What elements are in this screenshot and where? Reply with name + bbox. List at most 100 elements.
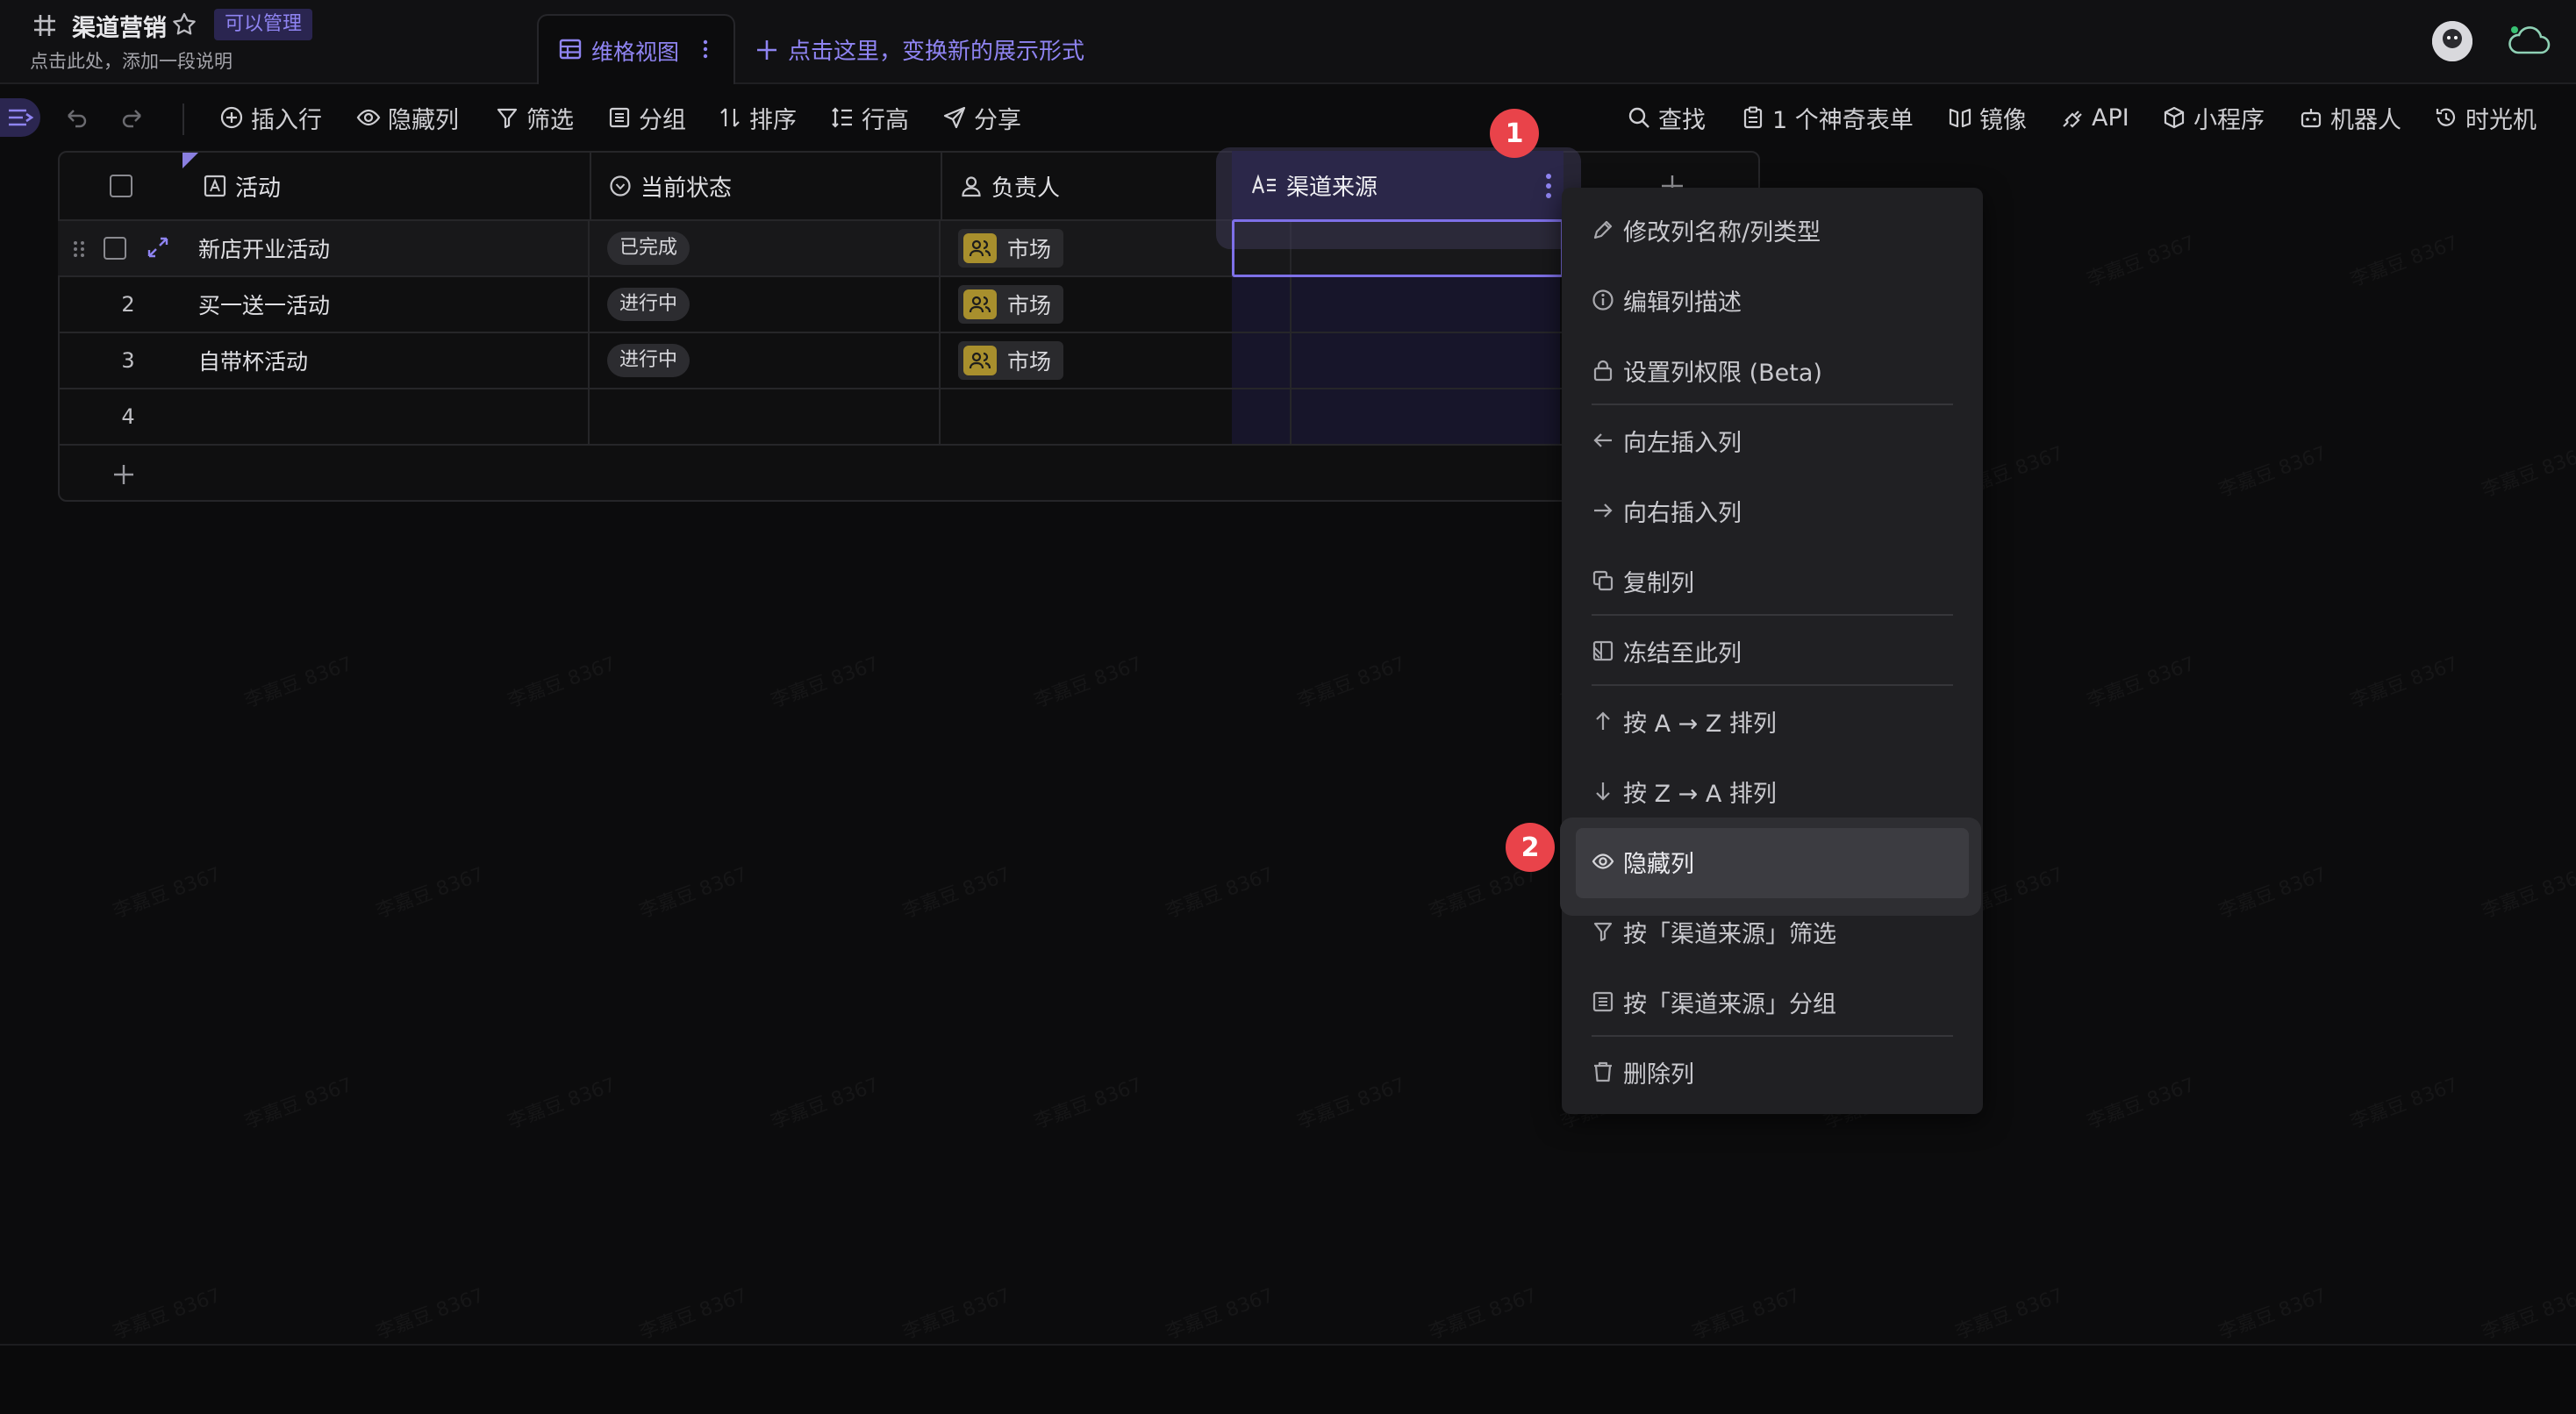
hide-columns-button[interactable]: 隐藏列 bbox=[356, 100, 459, 135]
cell-owner[interactable]: 市场 bbox=[941, 333, 1292, 388]
watermark-text: 李嘉豆 8367 bbox=[2082, 1069, 2198, 1134]
cell-activity[interactable]: 买一送一活动 bbox=[198, 277, 590, 332]
find-label: 查找 bbox=[1658, 106, 1706, 134]
watermark-text: 李嘉豆 8367 bbox=[2214, 438, 2329, 503]
more-vertical-icon[interactable] bbox=[697, 37, 714, 61]
datasheet-description[interactable]: 点击此处，添加一段说明 bbox=[30, 47, 233, 74]
team-icon bbox=[963, 233, 997, 263]
mini-program-button[interactable]: 小程序 bbox=[2162, 100, 2265, 135]
group-button[interactable]: 分组 bbox=[607, 100, 686, 135]
row-checkbox[interactable] bbox=[104, 237, 126, 260]
plus-icon bbox=[114, 465, 133, 484]
cell-owner[interactable] bbox=[941, 389, 1292, 444]
menu-item-sort-desc[interactable]: 按 Z → A 排列 bbox=[1562, 756, 1983, 826]
menu-item-duplicate-column[interactable]: 复制列 bbox=[1562, 546, 1983, 616]
owner-chip: 市场 bbox=[958, 229, 1064, 268]
star-icon[interactable] bbox=[170, 11, 198, 39]
menu-item-filter-by-column[interactable]: 按「渠道来源」筛选 bbox=[1562, 896, 1983, 967]
menu-item-delete-column[interactable]: 删除列 bbox=[1562, 1037, 1983, 1107]
table-row[interactable]: 3 自带杯活动 进行中 市场 bbox=[58, 333, 1760, 389]
table-row[interactable]: 4 bbox=[58, 389, 1760, 446]
column-header-label: 活动 bbox=[235, 175, 282, 202]
row-height-button[interactable]: 行高 bbox=[830, 100, 909, 135]
menu-item-label: 按 A → Z 排列 bbox=[1623, 710, 1777, 738]
cell-activity[interactable]: 自带杯活动 bbox=[198, 333, 590, 388]
cell-status[interactable] bbox=[590, 389, 941, 444]
expand-record-icon[interactable] bbox=[146, 235, 170, 260]
cell-activity[interactable]: 新店开业活动 bbox=[198, 221, 590, 275]
undo-button[interactable] bbox=[63, 100, 95, 135]
select-all-header[interactable] bbox=[60, 153, 182, 221]
watermark-text: 李嘉豆 8367 bbox=[2477, 438, 2576, 503]
row-number: 3 bbox=[121, 348, 135, 373]
watermark-text: 李嘉豆 8367 bbox=[766, 648, 882, 713]
team-icon bbox=[963, 346, 997, 375]
column-header-activity[interactable]: 活动 bbox=[182, 153, 591, 221]
menu-item-insert-right[interactable]: 向右插入列 bbox=[1562, 475, 1983, 546]
watermark-text: 李嘉豆 8367 bbox=[1029, 648, 1145, 713]
sort-label: 排序 bbox=[749, 106, 797, 134]
watermark-text: 李嘉豆 8367 bbox=[898, 859, 1013, 924]
cell-status[interactable]: 已完成 bbox=[590, 221, 941, 275]
column-menu-icon[interactable] bbox=[1542, 172, 1555, 200]
share-button[interactable]: 分享 bbox=[942, 100, 1021, 135]
drag-handle-icon[interactable] bbox=[72, 239, 86, 260]
menu-item-rename-column[interactable]: 修改列名称/列类型 bbox=[1562, 195, 1983, 265]
row-number: 4 bbox=[121, 404, 135, 429]
watermark-text: 李嘉豆 8367 bbox=[1161, 1280, 1277, 1345]
user-icon bbox=[962, 176, 981, 197]
undo-icon bbox=[68, 110, 87, 128]
search-icon bbox=[1628, 107, 1649, 128]
cell-owner[interactable]: 市场 bbox=[941, 277, 1292, 332]
sort-button[interactable]: 排序 bbox=[718, 100, 797, 135]
row-number: 2 bbox=[121, 292, 135, 317]
filter-button[interactable]: 筛选 bbox=[495, 100, 574, 135]
api-label: API bbox=[2092, 104, 2129, 132]
cell-activity[interactable] bbox=[198, 389, 590, 444]
watermark-text: 李嘉豆 8367 bbox=[766, 1069, 882, 1134]
menu-item-edit-description[interactable]: 编辑列描述 bbox=[1562, 265, 1983, 335]
api-button[interactable]: API bbox=[2060, 100, 2129, 135]
sort-icon bbox=[720, 108, 740, 127]
cell-status[interactable]: 进行中 bbox=[590, 277, 941, 332]
watermark-text: 李嘉豆 8367 bbox=[2345, 648, 2461, 713]
watermark-text: 李嘉豆 8367 bbox=[2214, 859, 2329, 924]
menu-item-insert-left[interactable]: 向左插入列 bbox=[1562, 405, 1983, 475]
watermark-text: 李嘉豆 8367 bbox=[2477, 859, 2576, 924]
datasheet-title[interactable]: 渠道营销 bbox=[72, 9, 167, 43]
menu-item-column-permission[interactable]: 设置列权限 (Beta) bbox=[1562, 335, 1983, 405]
robot-button[interactable]: 机器人 bbox=[2299, 100, 2401, 135]
table-row[interactable]: 2 买一送一活动 进行中 市场 bbox=[58, 277, 1760, 333]
select-all-checkbox[interactable] bbox=[110, 175, 132, 197]
watermark-text: 李嘉豆 8367 bbox=[634, 859, 750, 924]
cloud-sync-icon[interactable] bbox=[2504, 23, 2553, 60]
time-machine-button[interactable]: 时光机 bbox=[2434, 100, 2537, 135]
forms-button[interactable]: 1 个神奇表单 bbox=[1741, 100, 1914, 135]
hash-icon bbox=[34, 15, 55, 36]
menu-item-sort-asc[interactable]: 按 A → Z 排列 bbox=[1562, 686, 1983, 756]
add-row-button[interactable] bbox=[111, 461, 137, 488]
sidebar-toggle-button[interactable] bbox=[0, 98, 40, 137]
column-header-status[interactable]: 当前状态 bbox=[591, 153, 942, 221]
insert-row-button[interactable]: 插入行 bbox=[219, 100, 322, 135]
share-label: 分享 bbox=[974, 106, 1021, 134]
column-header-channel[interactable]: 渠道来源 bbox=[1232, 151, 1563, 219]
status-tag: 进行中 bbox=[607, 288, 691, 321]
tab-grid-view[interactable]: 维格视图 bbox=[537, 14, 735, 84]
menu-item-label: 向右插入列 bbox=[1623, 499, 1742, 527]
history-icon bbox=[2436, 108, 2456, 126]
cell-status[interactable]: 进行中 bbox=[590, 333, 941, 388]
redo-button[interactable] bbox=[121, 100, 153, 135]
menu-item-hide-column[interactable]: 隐藏列 bbox=[1562, 826, 1983, 896]
add-view-button[interactable]: 点击这里，变换新的展示形式 bbox=[755, 33, 1084, 66]
menu-item-label: 按「渠道来源」分组 bbox=[1623, 990, 1836, 1018]
menu-item-group-by-column[interactable]: 按「渠道来源」分组 bbox=[1562, 967, 1983, 1037]
menu-item-freeze-column[interactable]: 冻结至此列 bbox=[1562, 616, 1983, 686]
user-avatar[interactable] bbox=[2432, 21, 2472, 61]
watermark-text: 李嘉豆 8367 bbox=[503, 648, 619, 713]
watermark-text: 李嘉豆 8367 bbox=[371, 1280, 487, 1345]
active-cell[interactable] bbox=[1232, 219, 1563, 277]
mirror-button[interactable]: 镜像 bbox=[1948, 100, 2027, 135]
hide-columns-label: 隐藏列 bbox=[388, 106, 459, 134]
find-button[interactable]: 查找 bbox=[1627, 100, 1706, 135]
